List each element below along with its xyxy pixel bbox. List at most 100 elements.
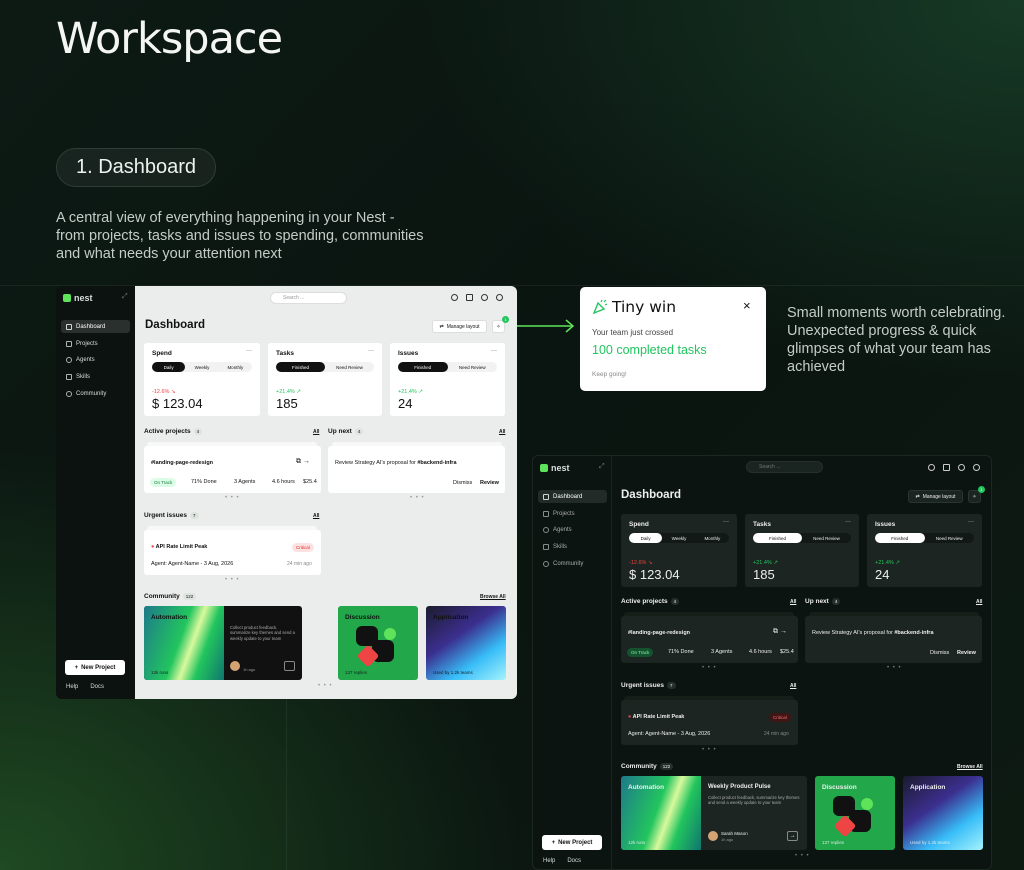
- bell-icon[interactable]: [466, 294, 473, 301]
- sliders-icon: ⇄: [439, 323, 444, 330]
- active-projects-all-link[interactable]: All: [790, 599, 796, 605]
- tab-weekly[interactable]: Weekly: [185, 362, 218, 372]
- tab-monthly[interactable]: Monthly: [219, 362, 252, 372]
- review-button[interactable]: Review: [480, 480, 499, 486]
- automation-tile[interactable]: Automation 12k runs Weekly Product Pulse…: [144, 606, 302, 680]
- card-label: Spend: [629, 521, 649, 528]
- tab-finished[interactable]: Finished: [875, 533, 925, 543]
- open-arrow-icon[interactable]: →: [284, 661, 295, 671]
- search-input[interactable]: Search ...: [746, 461, 823, 473]
- urgent-issue-card[interactable]: ● API Rate Limit Peak Critical Agent: Ag…: [621, 700, 798, 745]
- pager-dots[interactable]: • • •: [702, 747, 717, 753]
- sidebar-item-agents[interactable]: Agents: [61, 353, 130, 366]
- more-icon[interactable]: ···: [368, 348, 374, 354]
- review-button[interactable]: Review: [957, 650, 976, 656]
- pager-dots[interactable]: • • •: [410, 495, 425, 501]
- clock-icon[interactable]: [928, 464, 935, 471]
- more-icon[interactable]: ···: [491, 348, 497, 354]
- tab-need-review[interactable]: Need Review: [325, 362, 374, 372]
- more-icon[interactable]: ···: [246, 348, 252, 354]
- project-card[interactable]: #landing-page-redesign ⧉ → On Track 71% …: [144, 446, 321, 493]
- help-link[interactable]: Help: [543, 858, 555, 864]
- post-body: Collect product feedback, summarize key …: [708, 795, 800, 806]
- search-input[interactable]: Search ...: [270, 292, 347, 304]
- new-project-button[interactable]: + New Project: [65, 660, 125, 675]
- tab-need-review[interactable]: Need Review: [925, 533, 975, 543]
- community-icon: [543, 560, 549, 567]
- collapse-icon[interactable]: ⤢: [122, 293, 128, 301]
- application-tile[interactable]: Application Used by 1.2k teams: [903, 776, 983, 850]
- pager-dots[interactable]: • • •: [702, 665, 717, 671]
- tab-need-review[interactable]: Need Review: [802, 533, 851, 543]
- more-icon[interactable]: ···: [723, 519, 729, 525]
- gear-icon[interactable]: [481, 294, 488, 301]
- discussion-tile[interactable]: Discussion 137 replies: [338, 606, 418, 680]
- active-projects-all-link[interactable]: All: [313, 429, 319, 435]
- docs-link[interactable]: Docs: [90, 684, 104, 690]
- collapse-icon[interactable]: ⤢: [599, 463, 605, 471]
- sidebar-item-skills[interactable]: Skills: [538, 540, 607, 553]
- sidebar-item-community[interactable]: Community: [61, 387, 130, 400]
- tab-monthly[interactable]: Monthly: [696, 533, 729, 543]
- tab-finished[interactable]: Finished: [753, 533, 802, 543]
- more-icon[interactable]: ···: [845, 519, 851, 525]
- pager-dots[interactable]: • • •: [225, 495, 240, 501]
- user-icon[interactable]: [973, 464, 980, 471]
- browse-all-link[interactable]: Browse All: [480, 594, 506, 600]
- up-next-card[interactable]: Review Strategy AI's proposal for #backe…: [805, 616, 982, 663]
- automation-tile[interactable]: Automation 12k runs Weekly Product Pulse…: [621, 776, 807, 850]
- urgent-all-link[interactable]: All: [313, 513, 319, 519]
- open-arrow-icon[interactable]: →: [787, 831, 798, 841]
- dismiss-button[interactable]: Dismiss: [930, 650, 949, 656]
- main-content: Search ... Dashboard ⇄ Manage layout ✧ 1 …: [135, 286, 517, 699]
- docs-link[interactable]: Docs: [567, 858, 581, 864]
- sidebar-item-dashboard[interactable]: Dashboard: [538, 490, 607, 503]
- project-card[interactable]: #landing-page-redesign ⧉ → On Track 71% …: [621, 616, 798, 663]
- sidebar-item-label: Projects: [76, 340, 98, 347]
- up-next-card[interactable]: Review Strategy AI's proposal for #backe…: [328, 446, 505, 493]
- tab-weekly[interactable]: Weekly: [662, 533, 695, 543]
- pager-dots[interactable]: • • •: [225, 577, 240, 583]
- manage-layout-button[interactable]: ⇄ Manage layout: [908, 490, 963, 503]
- arrow-right-icon[interactable]: ⧉ →: [296, 458, 310, 466]
- tab-daily[interactable]: Daily: [629, 533, 663, 543]
- user-icon[interactable]: [496, 294, 503, 301]
- notification-badge: 1: [978, 486, 985, 493]
- project-cost: $25.4: [780, 649, 794, 655]
- tiny-win-line: Your team just crossed: [592, 328, 674, 337]
- sidebar-item-agents[interactable]: Agents: [538, 523, 607, 536]
- tab-finished[interactable]: Finished: [276, 362, 325, 372]
- up-next-prefix: Review Strategy AI's proposal for: [335, 460, 416, 466]
- sidebar-item-projects[interactable]: Projects: [61, 337, 130, 350]
- bell-icon[interactable]: [943, 464, 950, 471]
- sidebar: nest ⤢ Dashboard Projects Agents Skills …: [56, 286, 135, 699]
- help-link[interactable]: Help: [66, 684, 78, 690]
- pager-dots[interactable]: • • •: [318, 683, 333, 689]
- sidebar-item-skills[interactable]: Skills: [61, 370, 130, 383]
- clock-icon[interactable]: [451, 294, 458, 301]
- discussion-tile[interactable]: Discussion 137 replies: [815, 776, 895, 850]
- pager-dots[interactable]: • • •: [887, 665, 902, 671]
- tab-finished[interactable]: Finished: [398, 362, 448, 372]
- browse-all-link[interactable]: Browse All: [957, 764, 983, 770]
- hash-icon: [66, 340, 72, 347]
- sidebar-item-dashboard[interactable]: Dashboard: [61, 320, 130, 333]
- tab-daily[interactable]: Daily: [152, 362, 186, 372]
- up-next-all-link[interactable]: All: [499, 429, 505, 435]
- gear-icon[interactable]: [958, 464, 965, 471]
- arrow-right-icon[interactable]: ⧉ →: [773, 628, 787, 636]
- urgent-all-link[interactable]: All: [790, 683, 796, 689]
- up-next-all-link[interactable]: All: [976, 599, 982, 605]
- sidebar-item-community[interactable]: Community: [538, 557, 607, 570]
- manage-layout-button[interactable]: ⇄ Manage layout: [432, 320, 487, 333]
- dismiss-button[interactable]: Dismiss: [453, 480, 472, 486]
- close-icon[interactable]: ×: [743, 298, 751, 313]
- tab-need-review[interactable]: Need Review: [448, 362, 498, 372]
- new-project-button[interactable]: + New Project: [542, 835, 602, 850]
- sidebar-item-projects[interactable]: Projects: [538, 507, 607, 520]
- urgent-issue-card[interactable]: ● API Rate Limit Peak Critical Agent: Ag…: [144, 530, 321, 575]
- issue-agent: Agent: Agent-Name - 3 Aug, 2026: [151, 561, 234, 567]
- application-tile[interactable]: Application Used by 1.2k teams: [426, 606, 506, 680]
- more-icon[interactable]: ···: [968, 519, 974, 525]
- pager-dots[interactable]: • • •: [795, 853, 810, 859]
